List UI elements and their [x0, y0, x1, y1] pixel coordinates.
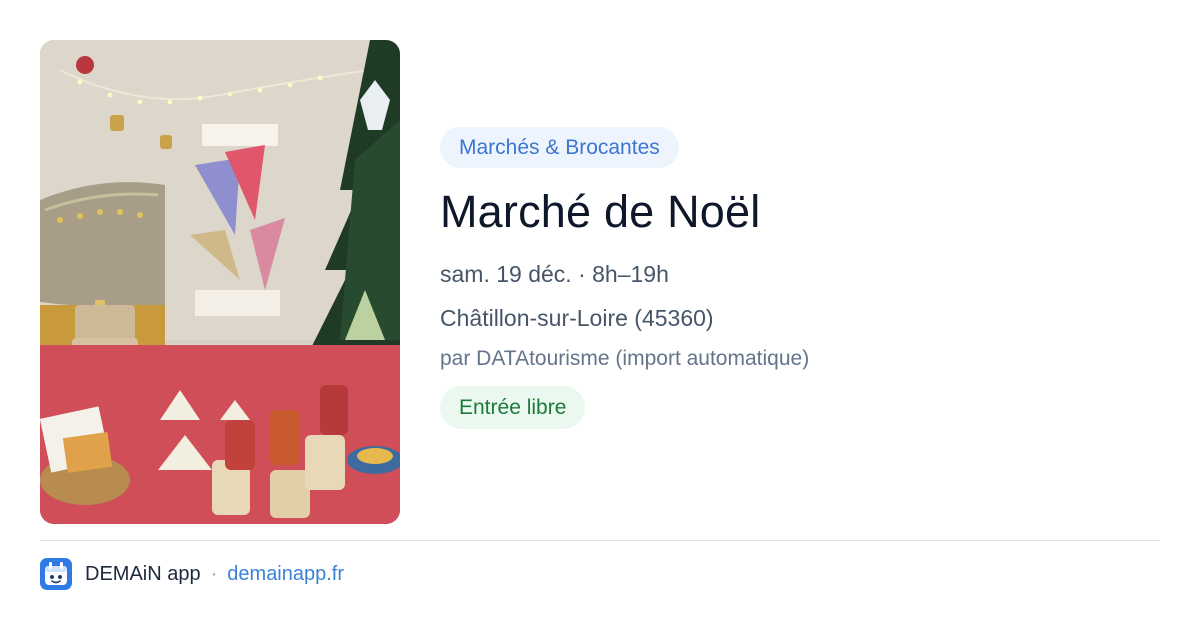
demain-logo-icon — [40, 558, 72, 590]
site-link[interactable]: demainapp.fr — [227, 563, 344, 586]
event-photo — [40, 40, 400, 524]
app-name: DEMAiN app — [85, 562, 201, 585]
event-source: par DATAtourisme (import automatique) — [440, 347, 810, 370]
event-info: Marchés & Brocantes Marché de Noël sam. … — [440, 127, 1160, 429]
event-title: Marché de Noël — [440, 186, 761, 237]
event-date-time: sam. 19 déc. · 8h–19h — [440, 261, 669, 287]
category-badge[interactable]: Marchés & Brocantes — [440, 127, 679, 168]
event-location: Châtillon-sur-Loire (45360) — [440, 305, 714, 331]
footer-separator: · — [210, 562, 218, 585]
footer-divider — [40, 540, 1160, 541]
footer: DEMAiN app · demainapp.fr — [40, 558, 344, 590]
price-badge: Entrée libre — [440, 386, 586, 429]
